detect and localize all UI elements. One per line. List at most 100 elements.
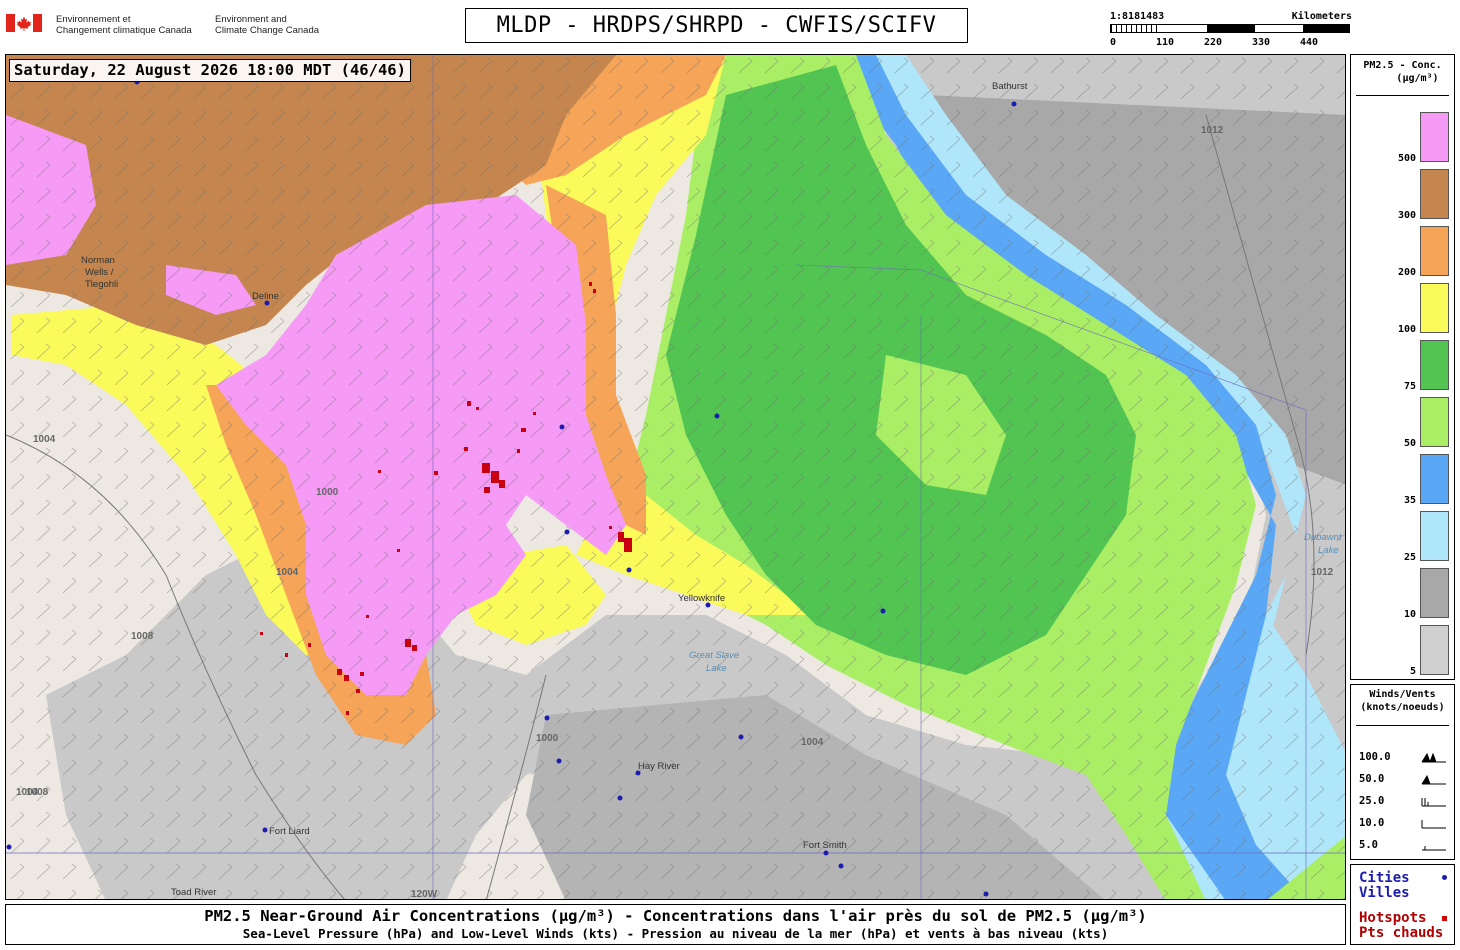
- hotspot[interactable]: [308, 643, 311, 647]
- city-label-bathurst: Bathurst: [992, 81, 1028, 92]
- hotspot[interactable]: [499, 480, 505, 488]
- legend-bin-label: 10: [1403, 609, 1416, 620]
- wind-speed-label: 100.0: [1359, 751, 1391, 763]
- hotspot[interactable]: [337, 669, 342, 675]
- legend-bin-label: 75: [1403, 381, 1416, 392]
- isobar-label: 1004: [33, 434, 56, 445]
- isobar-label: 1000: [316, 487, 339, 498]
- map-title: MLDP - HRDPS/SHRPD - CWFIS/SCIFV: [465, 8, 968, 43]
- wind-speed-label: 5.0: [1359, 839, 1378, 851]
- canada-flag-icon: [6, 14, 42, 32]
- hotspot[interactable]: [397, 549, 400, 552]
- scale-tick: 0: [1110, 37, 1117, 48]
- legend-bin-label: 500: [1397, 153, 1416, 164]
- city-marker[interactable]: [626, 567, 632, 573]
- city-label-hay-river: Hay River: [638, 761, 680, 772]
- hotspot[interactable]: [405, 639, 411, 647]
- caption-sub: Sea-Level Pressure (hPa) and Low-Level W…: [242, 926, 1109, 941]
- legend-bin-label: 300: [1397, 210, 1416, 221]
- hotspot[interactable]: [609, 526, 612, 529]
- city-marker[interactable]: [564, 529, 570, 535]
- cities-legend-line1: Cities: [1359, 870, 1410, 886]
- hotspot[interactable]: [482, 463, 490, 473]
- scale-tick: 220: [1204, 37, 1223, 48]
- hotspot[interactable]: [360, 672, 364, 676]
- isobar-label: 1000: [536, 733, 559, 744]
- cities-legend-line2: Villes: [1359, 885, 1410, 901]
- pm25-legend: PM2.5 - Conc. (µg/m³) 500 300 200 100 75 50 35…: [1350, 54, 1455, 680]
- isobar-label: 1008: [26, 787, 49, 798]
- hotspot[interactable]: [434, 471, 438, 475]
- city-marker[interactable]: [6, 844, 12, 850]
- hotspot[interactable]: [378, 470, 381, 473]
- hotspot[interactable]: [618, 532, 624, 542]
- hotspot[interactable]: [624, 538, 632, 552]
- hotspot[interactable]: [521, 428, 526, 432]
- hotspot[interactable]: [491, 471, 499, 483]
- city-marker[interactable]: [838, 863, 844, 869]
- hotspot[interactable]: [467, 401, 471, 406]
- markers-legend: Cities Villes Hotspots Pts chauds: [1350, 864, 1455, 945]
- hotspot[interactable]: [464, 447, 468, 451]
- agency-french-line2: Changement climatique Canada: [56, 25, 192, 36]
- hotspot[interactable]: [412, 645, 417, 651]
- city-marker[interactable]: [738, 734, 744, 740]
- hotspot[interactable]: [589, 282, 592, 286]
- agency-english-line1: Environment and: [215, 14, 287, 25]
- hotspot[interactable]: [533, 412, 536, 415]
- legend-swatch: [1420, 397, 1449, 447]
- city-label-deline: Deline: [252, 291, 279, 302]
- hotspot[interactable]: [285, 653, 288, 657]
- hotspot[interactable]: [346, 711, 349, 715]
- scale-unit: Kilometers: [1291, 11, 1352, 22]
- hotspot[interactable]: [356, 689, 360, 693]
- city-marker[interactable]: [1011, 101, 1017, 107]
- hotspot[interactable]: [476, 407, 479, 410]
- legend-title: PM2.5 - Conc. (µg/m³): [1351, 59, 1454, 85]
- smoke-forecast-map[interactable]: 1004 1000 1008 1004 1000 1004 1008 1012 …: [5, 54, 1346, 900]
- isobar-label: 1008: [131, 631, 154, 642]
- isobar-label: 1012: [1311, 567, 1334, 578]
- wind-row-10: 10.0: [1359, 817, 1451, 831]
- city-marker[interactable]: [983, 891, 989, 897]
- city-marker-icon: [1442, 875, 1447, 880]
- city-marker[interactable]: [714, 413, 720, 419]
- city-marker[interactable]: [262, 827, 268, 833]
- city-marker[interactable]: [823, 850, 829, 856]
- legend-bin-label: 200: [1397, 267, 1416, 278]
- map-canvas[interactable]: 1004 1000 1008 1004 1000 1004 1008 1012 …: [6, 55, 1346, 900]
- hotspot[interactable]: [366, 615, 369, 618]
- city-marker[interactable]: [559, 424, 565, 430]
- hotspot[interactable]: [517, 449, 520, 453]
- city-marker[interactable]: [617, 795, 623, 801]
- scale-bar-graphic: [1110, 24, 1350, 33]
- city-label-toad-river: Toad River: [171, 887, 216, 898]
- legend-swatch: [1420, 511, 1449, 561]
- legend-swatch: [1420, 625, 1449, 675]
- legend-swatch: [1420, 340, 1449, 390]
- hotspot[interactable]: [484, 487, 490, 493]
- legend-swatch: [1420, 112, 1449, 162]
- hotspots-legend-label: Hotspots Pts chauds: [1359, 911, 1443, 941]
- hotspot[interactable]: [344, 675, 349, 681]
- legend-swatch: [1420, 226, 1449, 276]
- hotspot[interactable]: [593, 289, 596, 293]
- legend-swatch: [1420, 169, 1449, 219]
- city-marker[interactable]: [556, 758, 562, 764]
- scale-tick: 330: [1252, 37, 1271, 48]
- city-marker[interactable]: [880, 608, 886, 614]
- wind-legend-title: Winds/Vents (knots/noeuds): [1351, 688, 1454, 714]
- wind-barbs-layer: [6, 55, 1345, 899]
- isobar-label: 1012: [1201, 125, 1224, 136]
- water-label-great-slave-lake: Lake: [706, 663, 727, 674]
- hotspot[interactable]: [260, 632, 263, 635]
- hotspots-legend-line2: Pts chauds: [1359, 925, 1444, 941]
- legend-title-line2: (µg/m³): [1396, 73, 1439, 84]
- hotspots-legend-line1: Hotspots: [1359, 910, 1427, 926]
- city-marker[interactable]: [544, 715, 550, 721]
- legend-bin-label: 25: [1403, 552, 1416, 563]
- water-label-dubawnt-lake: Lake: [1318, 545, 1339, 556]
- scale-tick: 440: [1300, 37, 1319, 48]
- wind-row-50: 50.0: [1359, 773, 1451, 787]
- city-label-fort-liard: Fort Liard: [269, 826, 310, 837]
